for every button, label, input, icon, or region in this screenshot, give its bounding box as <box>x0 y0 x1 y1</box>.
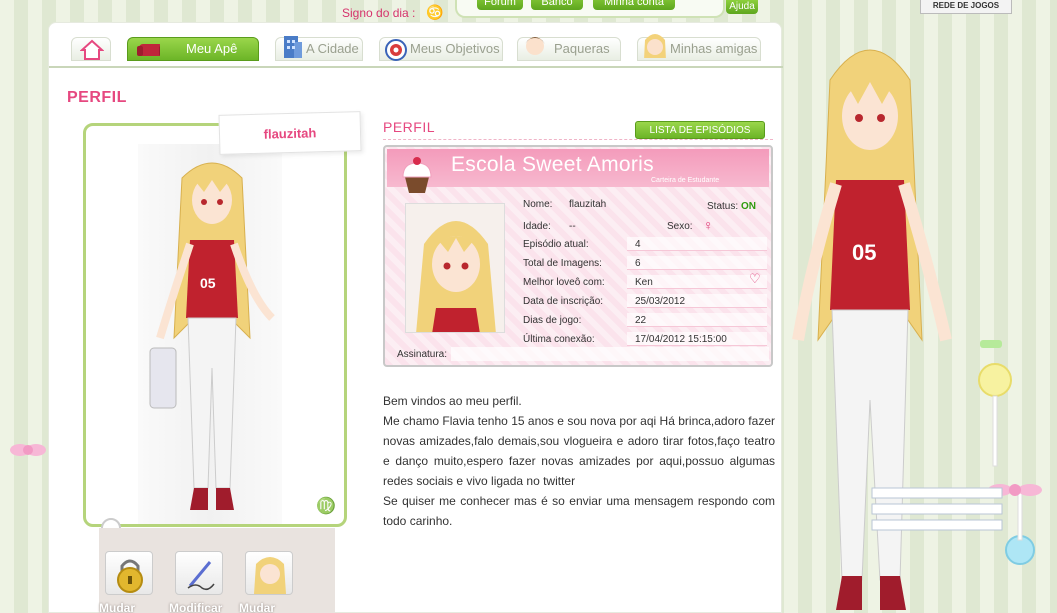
card-subtitle: Carteira de Estudante <box>651 177 720 184</box>
change-avatar-button[interactable] <box>245 551 293 595</box>
forum-button[interactable]: Fórum <box>477 0 523 10</box>
ajuda-button[interactable]: Ajuda <box>726 0 758 14</box>
action-label-modificar: Modificar <box>169 601 223 613</box>
tab-home[interactable] <box>71 37 111 61</box>
cancer-icon: ♋ <box>426 4 444 20</box>
action-label-mudar: Mudar <box>99 601 135 613</box>
lovedo-value: Ken <box>635 277 653 288</box>
decorative-bars <box>871 487 1003 531</box>
bio-line: Bem vindos ao meu perfil. <box>383 394 522 408</box>
avatar-icon <box>254 557 286 594</box>
banco-button[interactable]: Banco <box>531 0 583 10</box>
imagens-label: Total de Imagens: <box>523 258 602 269</box>
profile-section-title: PERFIL <box>383 119 436 135</box>
signature-field <box>451 347 769 361</box>
dias-label: Dias de jogo: <box>523 315 582 326</box>
heart-icon: ♡ <box>749 271 761 286</box>
sexo-label: Sexo: <box>667 221 693 232</box>
username-tag: flauzitah <box>218 111 362 155</box>
conexao-value: 17/04/2012 15:15:00 <box>635 334 727 345</box>
building-icon <box>284 36 302 58</box>
player-avatar-image: 05 <box>149 162 275 510</box>
avatar-card: 05 ♍ <box>83 123 347 527</box>
tab-label: Minhas amigas <box>670 41 758 56</box>
episodio-value: 4 <box>635 239 641 250</box>
school-name: Escola Sweet Amoris <box>451 153 654 176</box>
nome-value: flauzitah <box>569 199 607 210</box>
tab-meus-objetivos[interactable]: Meus Objetivos <box>379 37 503 61</box>
boy-avatar-icon <box>525 37 545 55</box>
tab-a-cidade[interactable]: A Cidade <box>275 36 363 61</box>
bio-line: Me chamo Flavia tenho 15 anos e sou nova… <box>383 414 775 488</box>
tab-divider <box>49 66 783 68</box>
id-photo <box>405 203 505 333</box>
tab-paqueras[interactable]: Paqueras <box>517 37 621 61</box>
tab-meu-ape[interactable]: Meu Apê <box>127 37 259 61</box>
minha-conta-button[interactable]: Minha conta <box>593 0 675 10</box>
status-value: ON <box>741 201 756 212</box>
tab-label: A Cidade <box>306 41 359 56</box>
idade-label: Idade: <box>523 221 551 232</box>
tab-minhas-amigas[interactable]: Minhas amigas <box>637 34 761 61</box>
page-title: PERFIL <box>67 89 127 106</box>
female-icon: ♀ <box>703 217 714 233</box>
lovedo-label: Melhor loveô com: <box>523 277 605 288</box>
virgo-icon: ♍ <box>316 498 336 515</box>
field-box <box>627 313 767 327</box>
field-box <box>627 256 767 270</box>
edit-profile-button[interactable] <box>175 551 223 595</box>
home-icon <box>80 39 104 60</box>
bio-line: Se quiser me conhecer mas é so enviar um… <box>383 494 775 528</box>
main-tabs: Meu Apê A Cidade Meus Objetivos Paqueras… <box>71 34 771 65</box>
tab-label: Paqueras <box>554 41 610 56</box>
id-card-header: Escola Sweet Amoris Carteira de Estudant… <box>387 149 769 193</box>
imagens-value: 6 <box>635 258 641 269</box>
sofa-icon <box>137 44 160 56</box>
pen-icon <box>187 561 215 591</box>
nome-label: Nome: <box>523 199 553 210</box>
idade-value: -- <box>569 221 576 232</box>
action-label-mudar-avatar: Mudar <box>239 601 275 613</box>
main-panel: Meu Apê A Cidade Meus Objetivos Paqueras… <box>48 22 783 613</box>
svg-text:05: 05 <box>200 275 216 291</box>
field-box <box>627 237 767 251</box>
target-icon <box>385 39 407 61</box>
assinatura-label: Assinatura: <box>397 349 448 360</box>
tab-label: Meus Objetivos <box>410 41 500 56</box>
profile-bio: Bem vindos ao meu perfil. Me chamo Flavi… <box>383 391 775 531</box>
svg-text:05: 05 <box>852 240 876 265</box>
inscricao-value: 25/03/2012 <box>635 296 686 307</box>
change-password-button[interactable] <box>105 551 153 595</box>
tab-label: Meu Apê <box>186 41 238 56</box>
student-id-card: Escola Sweet Amoris Carteira de Estudant… <box>383 145 773 367</box>
id-photo-portrait <box>406 204 504 332</box>
padlock-icon <box>117 559 143 593</box>
cupcake-icon <box>402 157 432 193</box>
dias-value: 22 <box>635 315 647 326</box>
inscricao-label: Data de inscrição: <box>523 296 604 307</box>
girl-avatar-icon <box>644 34 666 58</box>
episode-list-button[interactable]: LISTA DE EPISÓDIOS <box>635 121 765 139</box>
conexao-label: Última conexão: <box>523 334 595 345</box>
rede-de-jogos-button[interactable]: REDE DE JOGOS <box>920 0 1012 14</box>
episodio-label: Episódio atual: <box>523 239 589 250</box>
signo-label: Signo do dia : <box>342 6 416 20</box>
status-label: Status: <box>707 201 739 212</box>
top-bar: Signo do dia : ♋ Fórum Banco Minha conta… <box>300 0 780 22</box>
top-nav: Fórum Banco Minha conta <box>455 0 725 18</box>
